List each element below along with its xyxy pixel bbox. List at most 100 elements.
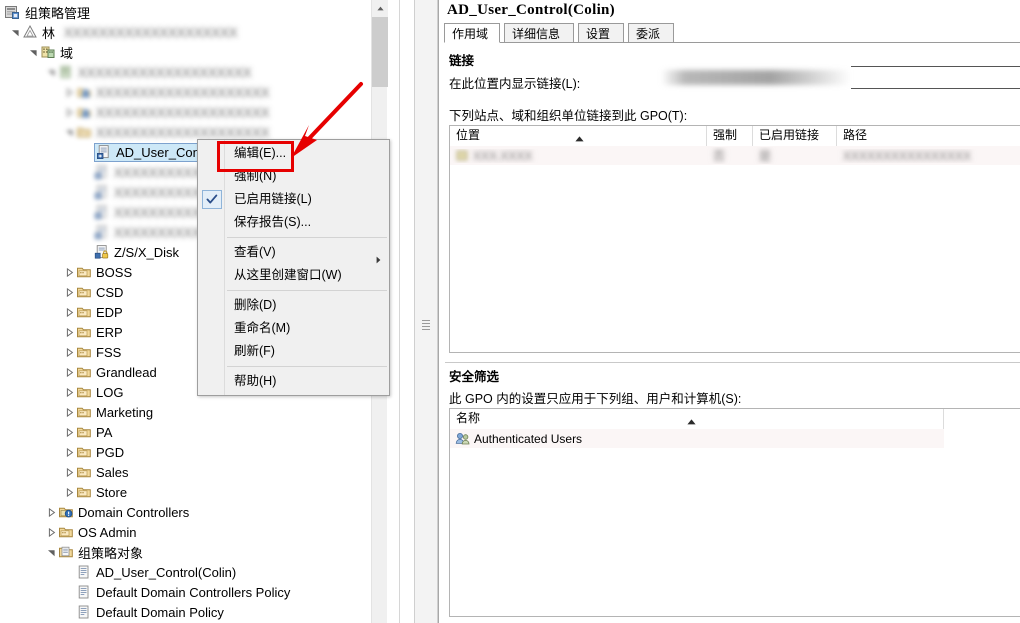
- tree-node-content[interactable]: 域: [40, 43, 76, 62]
- tab-2[interactable]: 详细信息: [504, 23, 574, 43]
- tree-node[interactable]: Default Domain Policy: [62, 602, 227, 622]
- list-item[interactable]: Authenticated Users: [450, 429, 944, 448]
- collapse-toggle-icon[interactable]: [44, 542, 58, 562]
- context-menu-item[interactable]: 保存报告(S)...: [198, 211, 389, 234]
- expand-toggle-icon[interactable]: [62, 422, 76, 442]
- expand-toggle-icon[interactable]: [62, 382, 76, 402]
- tree-node-content[interactable]: Z/S/X_Disk: [94, 244, 182, 260]
- tree-node[interactable]: PA: [62, 422, 115, 442]
- tree-node[interactable]: OS Admin: [44, 522, 140, 542]
- tree-node-content[interactable]: Store: [76, 484, 130, 500]
- tree-node[interactable]: Domain Controllers: [44, 502, 192, 522]
- pane-splitter[interactable]: [414, 0, 438, 623]
- context-menu-item[interactable]: 刷新(F): [198, 340, 389, 363]
- column-header-location[interactable]: 位置: [450, 126, 707, 146]
- tree-node-content[interactable]: XXXXXXXXXXXXXXXXXXXX: [76, 84, 272, 100]
- expand-toggle-icon[interactable]: [62, 342, 76, 362]
- tree-node[interactable]: EDP: [62, 302, 126, 322]
- tree-node-content[interactable]: Grandlead: [76, 364, 160, 380]
- tree-node[interactable]: PGD: [62, 442, 127, 462]
- tree-node-content[interactable]: LOG: [76, 384, 126, 400]
- context-menu-item[interactable]: 强制(N): [198, 165, 389, 188]
- collapse-toggle-icon[interactable]: [8, 22, 22, 42]
- scroll-thumb[interactable]: [372, 17, 388, 87]
- expand-toggle-icon[interactable]: [62, 322, 76, 342]
- context-menu-item[interactable]: 已启用链接(L): [198, 188, 389, 211]
- scroll-up-button[interactable]: [372, 0, 388, 17]
- tree-node[interactable]: LOG: [62, 382, 126, 402]
- tree-node-content[interactable]: XXXXXXXXXXXXXXXXXXXX: [76, 124, 272, 140]
- splitter-grip[interactable]: [422, 320, 430, 333]
- tree-node-content[interactable]: PA: [76, 424, 115, 440]
- table-row[interactable]: XXX.XXXX 否 是 XXXXXXXXXXXXXXXX: [450, 146, 1020, 165]
- tree-node[interactable]: Marketing: [62, 402, 156, 422]
- context-menu-item[interactable]: 查看(V): [198, 241, 389, 264]
- expand-toggle-icon[interactable]: [62, 462, 76, 482]
- tree-node-content[interactable]: Default Domain Policy: [76, 604, 227, 620]
- expand-toggle-icon[interactable]: [62, 282, 76, 302]
- tree-node-content[interactable]: 组策略对象: [58, 543, 146, 562]
- expand-toggle-icon[interactable]: [62, 442, 76, 462]
- tree-node[interactable]: Default Domain Controllers Policy: [62, 582, 293, 602]
- tree-node-content[interactable]: AD_User_Control(Colin): [76, 564, 239, 580]
- tree-node-content[interactable]: FSS: [76, 344, 124, 360]
- context-menu-item[interactable]: 重命名(M): [198, 317, 389, 340]
- tree-node-content[interactable]: Marketing: [76, 404, 156, 420]
- scope-location-combo-value[interactable]: [661, 70, 861, 85]
- context-menu-item[interactable]: 从这里创建窗口(W): [198, 264, 389, 287]
- tab-4[interactable]: 委派: [628, 23, 674, 43]
- collapse-toggle-icon[interactable]: [44, 62, 58, 82]
- security-filtering-list-view[interactable]: 名称 Authenticated Users: [449, 408, 1020, 617]
- column-header-link-enabled[interactable]: 已启用链接: [753, 126, 837, 146]
- links-list-view[interactable]: 位置 强制 已启用链接 路径 XXX.XXXX 否 是 XXXXXXXXXXXX…: [449, 125, 1020, 353]
- expand-toggle-icon[interactable]: [62, 262, 76, 282]
- collapse-toggle-icon[interactable]: [26, 42, 40, 62]
- column-header-path[interactable]: 路径: [837, 126, 1020, 146]
- tab-3[interactable]: 设置: [578, 23, 624, 43]
- tree-node[interactable]: BOSS: [62, 262, 135, 282]
- tree-node[interactable]: AD_User_Control(Colin): [62, 562, 239, 582]
- tree-node[interactable]: ERP: [62, 322, 126, 342]
- tree-node[interactable]: 域: [26, 42, 76, 62]
- tree-node-content[interactable]: Domain Controllers: [58, 504, 192, 520]
- gpo-link-context-menu[interactable]: 编辑(E)... 强制(N) 已启用链接(L) 保存报告(S)... 查看(V) 从这里创…: [197, 139, 390, 396]
- collapse-toggle-icon[interactable]: [62, 122, 76, 142]
- context-menu-item[interactable]: 删除(D): [198, 294, 389, 317]
- tree-node-content[interactable]: CSD: [76, 284, 126, 300]
- tree-node-content[interactable]: 林 XXXXXXXXXXXXXXXXXXXX: [22, 23, 237, 42]
- tree-node-content[interactable]: Sales: [76, 464, 132, 480]
- context-menu-item[interactable]: 帮助(H): [198, 370, 389, 393]
- context-menu-item[interactable]: 编辑(E)...: [198, 142, 389, 165]
- tree-node[interactable]: Z/S/X_Disk: [80, 242, 182, 262]
- tree-node[interactable]: XXXXXXXXXXXXXXXXXXXX: [44, 62, 254, 82]
- tree-node[interactable]: Sales: [62, 462, 132, 482]
- tree-node-content[interactable]: Default Domain Controllers Policy: [76, 584, 293, 600]
- expand-toggle-icon[interactable]: [44, 522, 58, 542]
- tree-node[interactable]: 组策略对象: [44, 542, 146, 562]
- tree-node[interactable]: 林 XXXXXXXXXXXXXXXXXXXX: [8, 22, 237, 42]
- expand-toggle-icon[interactable]: [44, 502, 58, 522]
- tree-node[interactable]: Grandlead: [62, 362, 160, 382]
- expand-toggle-icon[interactable]: [62, 102, 76, 122]
- expand-toggle-icon[interactable]: [62, 302, 76, 322]
- tree-node-content[interactable]: PGD: [76, 444, 127, 460]
- tree-node[interactable]: CSD: [62, 282, 126, 302]
- tree-node-content[interactable]: ERP: [76, 324, 126, 340]
- tree-node[interactable]: FSS: [62, 342, 124, 362]
- tree-node[interactable]: XXXXXXXXXXXXXXXXXXXX: [62, 102, 272, 122]
- expand-toggle-icon[interactable]: [62, 482, 76, 502]
- tree-node-content[interactable]: XXXXXXXXXXXXXXXXXXXX: [76, 104, 272, 120]
- column-header-name[interactable]: 名称: [450, 409, 944, 429]
- tree-node-content[interactable]: BOSS: [76, 264, 135, 280]
- tree-node[interactable]: Store: [62, 482, 130, 502]
- tree-node-content[interactable]: EDP: [76, 304, 126, 320]
- column-header-enforced[interactable]: 强制: [707, 126, 753, 146]
- expand-toggle-icon[interactable]: [62, 402, 76, 422]
- tree-node[interactable]: XXXXXXXXXXXXXXXXXXXX: [62, 82, 272, 102]
- tree-node-content[interactable]: OS Admin: [58, 524, 140, 540]
- tree-node-content[interactable]: XXXXXXXXXXXXXXXXXXXX: [58, 64, 254, 80]
- expand-toggle-icon[interactable]: [62, 82, 76, 102]
- tree-root-node[interactable]: 组策略管理: [4, 3, 90, 21]
- expand-toggle-icon[interactable]: [62, 362, 76, 382]
- tab-1[interactable]: 作用域: [444, 23, 500, 43]
